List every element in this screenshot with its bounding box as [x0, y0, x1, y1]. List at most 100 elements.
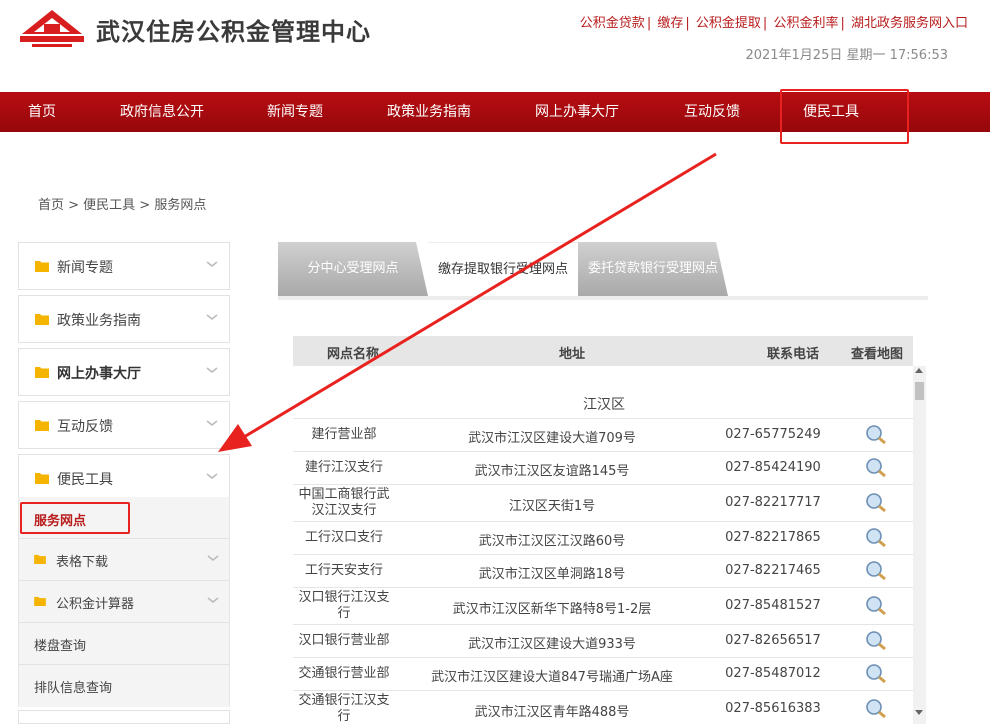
magnifier-icon[interactable]: [861, 456, 891, 480]
table-row: 工行天安支行 武汉市江汉区单洞路18号 027-82217465: [293, 554, 913, 587]
magnifier-icon[interactable]: [861, 697, 891, 721]
link-deposit[interactable]: 缴存: [657, 16, 683, 31]
cell-phone: 027-82656517: [725, 633, 821, 648]
col-name: 网点名称: [327, 347, 380, 362]
sidebar-item-label: 便民工具: [57, 472, 113, 488]
table-body[interactable]: 建行营业部 武汉市江汉区建设大道709号 027-65775249 建行江汉支行…: [293, 366, 913, 724]
cell-name: 交通银行江汉支行: [298, 693, 390, 724]
table-row: 汉口银行江汉支行 武汉市江汉区新华下路特8号1-2层 027-85481527: [293, 587, 913, 624]
sidebar-item-online-hall[interactable]: 网上办事大厅: [18, 348, 230, 396]
sidebar-sub-property-query[interactable]: 楼盘查询: [18, 622, 230, 663]
magnifier-icon[interactable]: [861, 594, 891, 618]
chevron-down-icon: [206, 473, 218, 480]
cell-phone: 027-82217717: [725, 495, 821, 510]
site-header: 武汉住房公积金管理中心 公积金贷款 | 缴存 | 公积金提取 | 公积金利率 | 湖北政…: [0, 0, 990, 92]
sidebar-item-label: 网上办事大厅: [57, 366, 141, 382]
cell-name: 中国工商银行武汉江汉支行: [298, 487, 390, 518]
folder-icon: [35, 261, 49, 272]
cell-name: 交通银行营业部: [298, 666, 390, 681]
magnifier-icon[interactable]: [861, 662, 891, 686]
nav-online-hall[interactable]: 网上办事大厅: [535, 92, 619, 132]
sidebar-item-tools[interactable]: 便民工具: [18, 454, 230, 502]
logo-icon[interactable]: [18, 8, 86, 48]
table-row: 汉口银行营业部 武汉市江汉区建设大道933号 027-82656517: [293, 624, 913, 657]
tab-bank-loan[interactable]: 委托贷款银行受理网点: [578, 242, 728, 296]
table-scrollbar[interactable]: [913, 366, 926, 724]
table-row: 交通银行江汉支行 武汉市江汉区青年路488号 027-85616383: [293, 690, 913, 724]
magnifier-icon[interactable]: [861, 526, 891, 550]
chevron-down-icon: [206, 261, 218, 268]
nav-policy[interactable]: 政策业务指南: [387, 92, 471, 132]
top-links: 公积金贷款 | 缴存 | 公积金提取 | 公积金利率 | 湖北政务服务网入口: [579, 16, 968, 31]
link-rate[interactable]: 公积金利率: [773, 16, 838, 31]
cell-address: 武汉市江汉区青年路488号: [474, 705, 630, 720]
sidebar-sub-label: 楼盘查询: [34, 639, 87, 654]
cell-name: 建行营业部: [311, 427, 377, 442]
sidebar-sub-forms[interactable]: 表格下载: [18, 538, 230, 579]
cell-name: 工行天安支行: [304, 563, 383, 578]
tabs-underline: [278, 296, 928, 300]
link-loan[interactable]: 公积金贷款: [580, 16, 645, 31]
cell-phone: 027-85481527: [725, 598, 821, 613]
cell-phone: 027-85424190: [725, 460, 821, 475]
scroll-down-icon[interactable]: [915, 710, 923, 715]
table-row: 建行营业部 武汉市江汉区建设大道709号 027-65775249: [293, 418, 913, 451]
col-map: 查看地图: [851, 347, 904, 362]
site-title[interactable]: 武汉住房公积金管理中心: [96, 12, 371, 47]
tab-bank-deposit[interactable]: 缴存提取银行受理网点: [428, 242, 578, 296]
folder-icon: [35, 314, 49, 325]
nav-tools-highlight: [780, 89, 909, 144]
chevron-down-icon: [206, 314, 218, 321]
cell-address: 武汉市江汉区友谊路145号: [474, 464, 630, 479]
magnifier-icon[interactable]: [861, 491, 891, 515]
cell-address: 武汉市江汉区单洞路18号: [478, 567, 626, 582]
cell-address: 武汉市江汉区江汉路60号: [478, 534, 626, 549]
cell-phone: 027-82217465: [725, 563, 821, 578]
tab-subcenter[interactable]: 分中心受理网点: [278, 242, 428, 296]
cell-phone: 027-85487012: [725, 666, 821, 681]
folder-icon: [35, 420, 49, 431]
cell-address: 武汉市江汉区建设大道847号瑞通广场A座: [431, 670, 673, 685]
cell-name: 工行汉口支行: [304, 530, 383, 545]
cell-name: 建行江汉支行: [304, 460, 383, 475]
sidebar-item-label: 新闻专题: [57, 260, 113, 276]
table-row: 中国工商银行武汉江汉支行 江汉区天街1号 027-82217717: [293, 484, 913, 521]
table-row: 建行江汉支行 武汉市江汉区友谊路145号 027-85424190: [293, 451, 913, 484]
cell-phone: 027-82217865: [725, 530, 821, 545]
sidebar-sub-queue-query[interactable]: 排队信息查询: [18, 664, 230, 705]
table-row: 工行汉口支行 武汉市江汉区江汉路60号 027-82217865: [293, 521, 913, 554]
folder-icon: [34, 596, 46, 606]
cell-address: 武汉市江汉区新华下路特8号1-2层: [452, 602, 652, 617]
sidebar-sub-label: 排队信息查询: [34, 681, 113, 696]
magnifier-icon[interactable]: [861, 423, 891, 447]
breadcrumb: 首页 > 便民工具 > 服务网点: [38, 198, 207, 213]
sidebar-sub-service-points[interactable]: 服务网点: [20, 502, 130, 534]
magnifier-icon[interactable]: [861, 559, 891, 583]
nav-home[interactable]: 首页: [28, 92, 56, 132]
table-header: 网点名称 地址 联系电话 查看地图: [293, 336, 913, 366]
sidebar-item-policy[interactable]: 政策业务指南: [18, 295, 230, 343]
datetime: 2021年1月25日 星期一 17:56:53: [745, 48, 948, 63]
chevron-down-icon: [206, 367, 218, 374]
table-row: 交通银行营业部 武汉市江汉区建设大道847号瑞通广场A座 027-8548701…: [293, 657, 913, 690]
cell-name: 汉口银行营业部: [298, 633, 390, 648]
nav-gov-info[interactable]: 政府信息公开: [120, 92, 204, 132]
nav-news[interactable]: 新闻专题: [267, 92, 323, 132]
sidebar-item-label: 政策业务指南: [57, 313, 141, 329]
sidebar-item-news[interactable]: 新闻专题: [18, 242, 230, 290]
cell-address: 江汉区天街1号: [508, 499, 596, 514]
chevron-down-icon: [206, 420, 218, 427]
chevron-down-icon: [207, 597, 219, 604]
chevron-down-icon: [207, 555, 219, 562]
link-withdraw[interactable]: 公积金提取: [696, 16, 761, 31]
sidebar-sub-calculator[interactable]: 公积金计算器: [18, 580, 230, 621]
scroll-thumb[interactable]: [915, 382, 924, 400]
sidebar-item-next[interactable]: [18, 710, 230, 724]
sidebar-item-feedback[interactable]: 互动反馈: [18, 401, 230, 449]
cell-address: 武汉市江汉区建设大道933号: [468, 637, 636, 652]
nav-feedback[interactable]: 互动反馈: [684, 92, 740, 132]
scroll-up-icon[interactable]: [915, 368, 923, 373]
sidebar-sub-label: 表格下载: [56, 555, 109, 570]
link-hubei-gov[interactable]: 湖北政务服务网入口: [851, 16, 968, 31]
magnifier-icon[interactable]: [861, 629, 891, 653]
